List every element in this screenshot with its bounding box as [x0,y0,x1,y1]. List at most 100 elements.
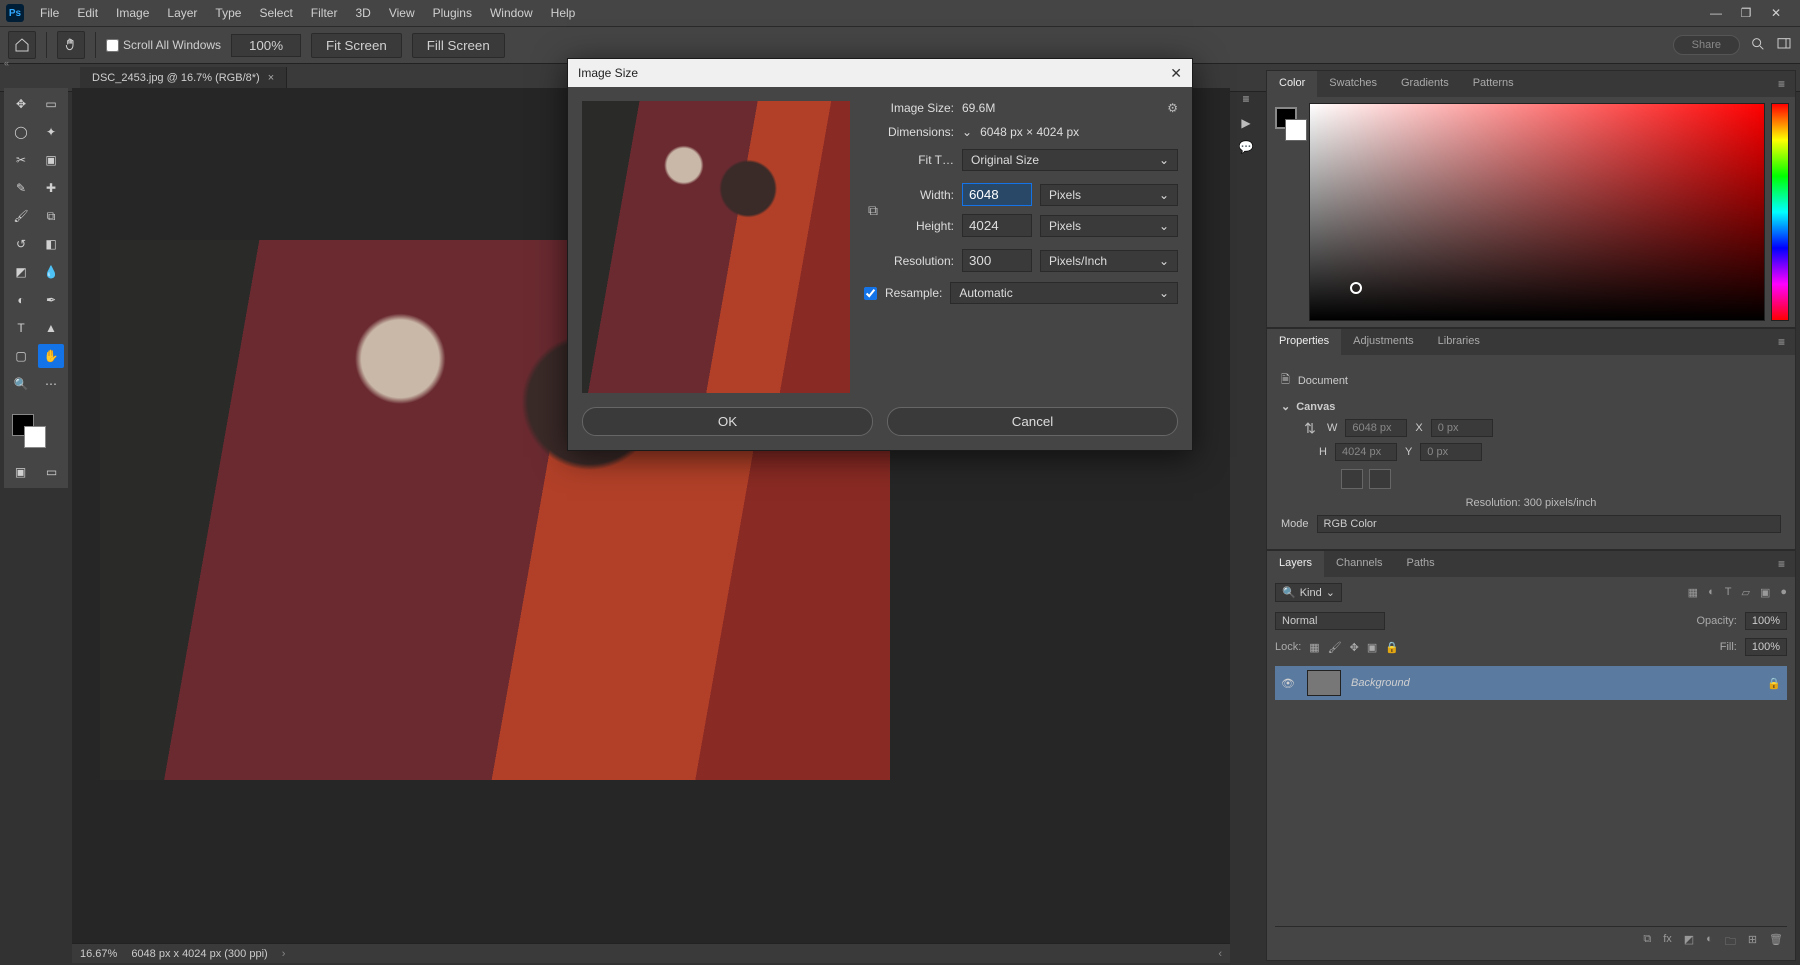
canvas-width-field[interactable] [1345,419,1407,437]
width-field[interactable] [962,183,1032,206]
dodge-tool-icon[interactable]: ◐ [8,288,34,312]
lock-artboard-icon[interactable]: ▣ [1367,641,1377,654]
gear-icon[interactable]: ⚙ [1167,101,1178,115]
tab-layers[interactable]: Layers [1267,551,1324,577]
quick-select-tool-icon[interactable]: ✦ [38,120,64,144]
hand-tool-icon[interactable]: ✋ [38,344,64,368]
menu-help[interactable]: Help [543,2,584,24]
resample-checkbox[interactable] [864,287,877,300]
scroll-left-icon[interactable]: ‹ [1218,948,1222,960]
tab-libraries[interactable]: Libraries [1426,329,1492,355]
window-minimize-icon[interactable]: — [1706,6,1726,20]
height-field[interactable] [962,214,1032,237]
color-mode-select[interactable]: RGB Color [1317,515,1781,533]
tab-swatches[interactable]: Swatches [1317,71,1389,97]
menu-plugins[interactable]: Plugins [425,2,480,24]
menu-type[interactable]: Type [207,2,249,24]
filter-toggle-icon[interactable]: ● [1780,586,1787,599]
new-layer-icon[interactable]: ⊞ [1748,933,1757,952]
width-unit-select[interactable]: Pixels⌄ [1040,184,1178,206]
layer-mask-icon[interactable]: ◩ [1684,933,1694,952]
filter-smart-icon[interactable]: ▣ [1760,586,1770,599]
eraser-tool-icon[interactable]: ◧ [38,232,64,256]
tab-color[interactable]: Color [1267,71,1317,97]
healing-brush-tool-icon[interactable]: ✚ [38,176,64,200]
canvas-x-field[interactable] [1431,419,1493,437]
pen-tool-icon[interactable]: ✒ [38,288,64,312]
panel-menu-icon[interactable]: ≡ [1768,71,1795,97]
clone-stamp-tool-icon[interactable]: ⧉ [38,204,64,228]
brush-tool-icon[interactable]: 🖌 [8,204,34,228]
fit-screen-button[interactable]: Fit Screen [311,33,402,58]
menu-3d[interactable]: 3D [347,2,378,24]
cancel-button[interactable]: Cancel [887,407,1178,436]
lock-image-icon[interactable]: 🖌 [1328,641,1342,654]
rectangle-tool-icon[interactable]: ▢ [8,344,34,368]
menu-select[interactable]: Select [251,2,300,24]
height-unit-select[interactable]: Pixels⌄ [1040,215,1178,237]
blend-mode-select[interactable]: Normal [1275,612,1385,630]
comments-panel-icon[interactable]: 💬 [1239,140,1254,154]
opacity-field[interactable]: 100% [1745,612,1787,630]
zoom-tool-icon[interactable]: 🔍 [8,372,34,396]
tab-properties[interactable]: Properties [1267,329,1341,355]
menu-filter[interactable]: Filter [303,2,346,24]
crop-tool-icon[interactable]: ✂ [8,148,34,172]
color-swatches[interactable] [8,412,64,452]
quick-mask-icon[interactable]: ▣ [8,460,33,484]
blur-tool-icon[interactable]: 💧 [38,260,64,284]
hand-tool-icon[interactable] [57,31,85,59]
tab-adjustments[interactable]: Adjustments [1341,329,1426,355]
panel-background-swatch[interactable] [1285,119,1307,141]
history-brush-tool-icon[interactable]: ↺ [8,232,34,256]
color-field[interactable] [1309,103,1765,321]
resample-select[interactable]: Automatic⌄ [950,282,1178,304]
workspace-icon[interactable] [1776,36,1792,55]
lock-position-icon[interactable]: ✥ [1350,641,1359,654]
status-zoom[interactable]: 16.67% [80,948,117,960]
layer-row[interactable]: 👁 Background 🔒 [1275,666,1787,700]
dialog-titlebar[interactable]: Image Size ✕ [568,59,1192,87]
dialog-close-icon[interactable]: ✕ [1170,65,1182,82]
background-color-swatch[interactable] [24,426,46,448]
delete-layer-icon[interactable]: 🗑 [1769,933,1783,952]
resolution-unit-select[interactable]: Pixels/Inch⌄ [1040,250,1178,272]
document-tab[interactable]: DSC_2453.jpg @ 16.7% (RGB/8*) × [80,67,287,89]
menu-window[interactable]: Window [482,2,541,24]
portrait-orientation-button[interactable] [1341,469,1363,489]
group-layers-icon[interactable]: 🗀 [1725,933,1736,952]
lock-transparency-icon[interactable]: ▦ [1309,641,1319,654]
layer-name[interactable]: Background [1351,677,1410,689]
fit-to-select[interactable]: Original Size⌄ [962,149,1178,171]
menu-file[interactable]: File [32,2,67,24]
status-doc-info[interactable]: 6048 px x 4024 px (300 ppi) [131,948,267,960]
actions-panel-icon[interactable]: ▶ [1241,116,1250,130]
window-close-icon[interactable]: ✕ [1766,6,1786,20]
hue-slider[interactable] [1771,103,1789,321]
layer-lock-icon[interactable]: 🔒 [1767,677,1781,690]
tab-channels[interactable]: Channels [1324,551,1394,577]
layer-filter-kind[interactable]: 🔍 Kind ⌄ [1275,583,1342,602]
tab-paths[interactable]: Paths [1395,551,1447,577]
panel-menu-icon[interactable]: ≡ [1768,551,1795,577]
tab-patterns[interactable]: Patterns [1461,71,1526,97]
edit-toolbar-icon[interactable]: ⋯ [38,372,64,396]
share-button[interactable]: Share [1673,35,1740,55]
gradient-tool-icon[interactable]: ◩ [8,260,34,284]
fill-field[interactable]: 100% [1745,638,1787,656]
filter-adjustment-icon[interactable]: ◐ [1708,586,1715,599]
filter-shape-icon[interactable]: ▱ [1741,586,1749,599]
link-layers-icon[interactable]: ⧉ [1643,933,1651,952]
tab-gradients[interactable]: Gradients [1389,71,1461,97]
landscape-orientation-button[interactable] [1369,469,1391,489]
move-tool-icon[interactable]: ✥ [8,92,34,116]
filter-pixel-icon[interactable]: ▦ [1688,586,1698,599]
status-info-menu-icon[interactable]: › [282,948,286,960]
fill-screen-button[interactable]: Fill Screen [412,33,505,58]
scroll-all-windows-checkbox[interactable]: Scroll All Windows [106,38,221,52]
collapse-handle-icon[interactable]: « [4,58,9,68]
canvas-y-field[interactable] [1420,443,1482,461]
panel-menu-icon[interactable]: ≡ [1768,329,1795,355]
layer-thumbnail[interactable] [1307,670,1341,696]
window-restore-icon[interactable]: ❐ [1736,6,1756,20]
